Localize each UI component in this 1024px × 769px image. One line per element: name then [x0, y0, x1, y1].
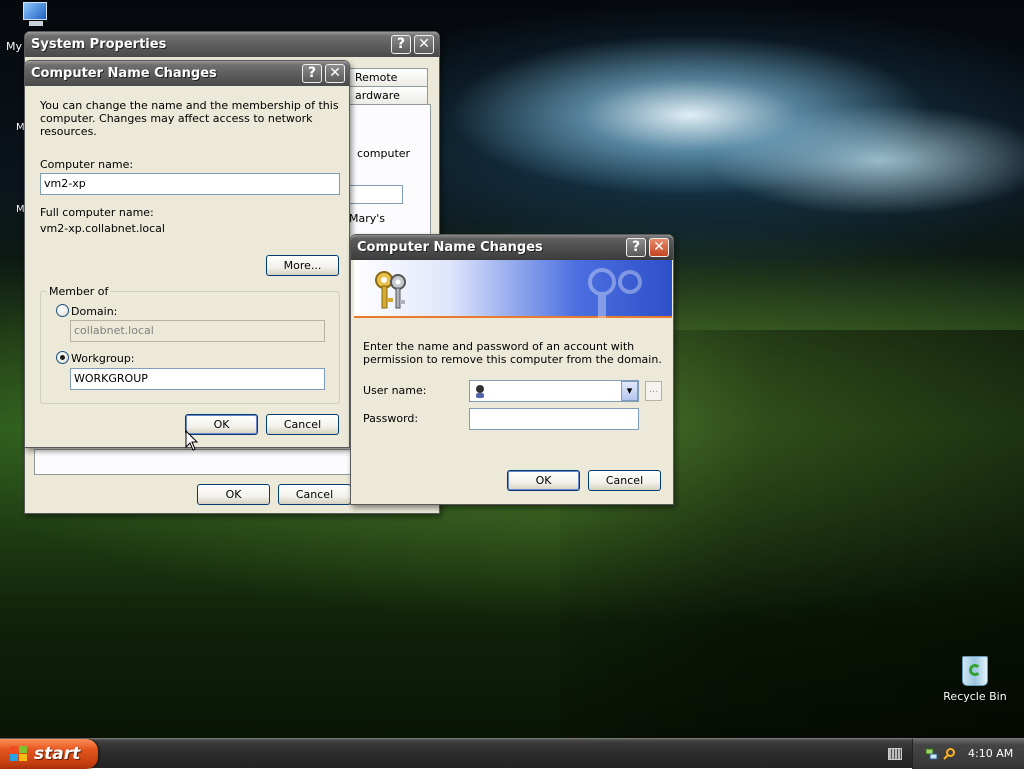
start-button[interactable]: start	[0, 739, 98, 769]
mouse-cursor-icon	[185, 430, 199, 451]
search-icon[interactable]	[943, 747, 956, 760]
ok-button[interactable]: OK	[507, 470, 580, 491]
password-field[interactable]	[469, 408, 639, 430]
banner	[354, 260, 672, 318]
tab-remote[interactable]: Remote	[348, 68, 428, 86]
computer-name-changes-titlebar[interactable]: Computer Name Changes ? ✕	[25, 61, 349, 86]
computer-name-label: Computer name:	[40, 158, 134, 171]
ok-button[interactable]: OK	[197, 484, 270, 505]
system-properties-titlebar[interactable]: System Properties ? ✕	[25, 32, 439, 57]
panel-text-computer: computer	[357, 147, 411, 160]
description-field[interactable]	[349, 185, 403, 204]
my-computer-icon	[19, 2, 49, 28]
full-computer-name-value: vm2-xp.collabnet.local	[40, 222, 165, 235]
window-title: System Properties	[31, 37, 167, 52]
computer-name-field[interactable]: vm2-xp	[40, 173, 340, 195]
help-button[interactable]: ?	[626, 238, 646, 257]
keys-icon	[375, 271, 406, 309]
recycle-bin-label: Recycle Bin	[943, 690, 1007, 703]
credentials-client: Enter the name and password of an accoun…	[354, 260, 672, 501]
panel-text-marys: Mary's	[349, 212, 386, 225]
prompt-text: Enter the name and password of an accoun…	[363, 340, 662, 366]
cancel-button[interactable]: Cancel	[278, 484, 351, 505]
windows-flag-icon	[10, 746, 28, 762]
member-of-label: Member of	[46, 285, 112, 298]
keys-watermark-icon	[588, 268, 642, 318]
username-dropdown-button[interactable]: ▾	[621, 381, 638, 401]
clock: 4:10 AM	[968, 747, 1014, 760]
close-button[interactable]: ✕	[414, 35, 434, 54]
cancel-button[interactable]: Cancel	[588, 470, 661, 491]
tab-hardware[interactable]: ardware	[348, 86, 428, 104]
window-title: Computer Name Changes	[31, 66, 217, 81]
full-computer-name-label: Full computer name:	[40, 206, 154, 219]
username-label: User name:	[363, 384, 427, 397]
keyboard-icon[interactable]	[888, 748, 902, 760]
taskbar: start 4:10 AM	[0, 738, 1024, 769]
computer-name-changes-client: You can change the name and the membersh…	[28, 86, 346, 444]
domain-field[interactable]: collabnet.local	[70, 320, 325, 342]
my-computer-shortcut[interactable]: My	[4, 2, 64, 53]
browse-button[interactable]: ...	[645, 381, 662, 401]
user-icon	[476, 385, 484, 398]
help-button[interactable]: ?	[391, 35, 411, 54]
credentials-titlebar[interactable]: Computer Name Changes ? ✕	[351, 235, 673, 260]
username-field[interactable]	[469, 380, 639, 402]
tab-panel-bottom	[34, 449, 354, 475]
close-button[interactable]: ✕	[325, 64, 345, 83]
cancel-button[interactable]: Cancel	[266, 414, 339, 435]
tab-panel	[348, 104, 431, 254]
recycle-bin-shortcut[interactable]: Recycle Bin	[940, 656, 1010, 703]
my-computer-label: My	[6, 40, 23, 53]
domain-radio[interactable]	[56, 304, 69, 317]
close-button[interactable]: ✕	[649, 238, 669, 257]
window-title: Computer Name Changes	[357, 240, 543, 255]
network-icon[interactable]	[925, 747, 938, 760]
intro-text: You can change the name and the membersh…	[40, 99, 339, 138]
domain-label: Domain:	[71, 305, 118, 318]
workgroup-radio[interactable]	[56, 351, 69, 364]
recycle-bin-icon	[962, 656, 988, 686]
help-button[interactable]: ?	[302, 64, 322, 83]
start-label: start	[34, 744, 81, 764]
more-button[interactable]: More...	[266, 255, 339, 276]
workgroup-field[interactable]: WORKGROUP	[70, 368, 325, 390]
password-label: Password:	[363, 412, 419, 425]
workgroup-label: Workgroup:	[71, 352, 135, 365]
computer-name-changes-window: Computer Name Changes ? ✕ You can change…	[24, 60, 350, 448]
credentials-window: Computer Name Changes ? ✕ Enter the name…	[350, 234, 674, 505]
